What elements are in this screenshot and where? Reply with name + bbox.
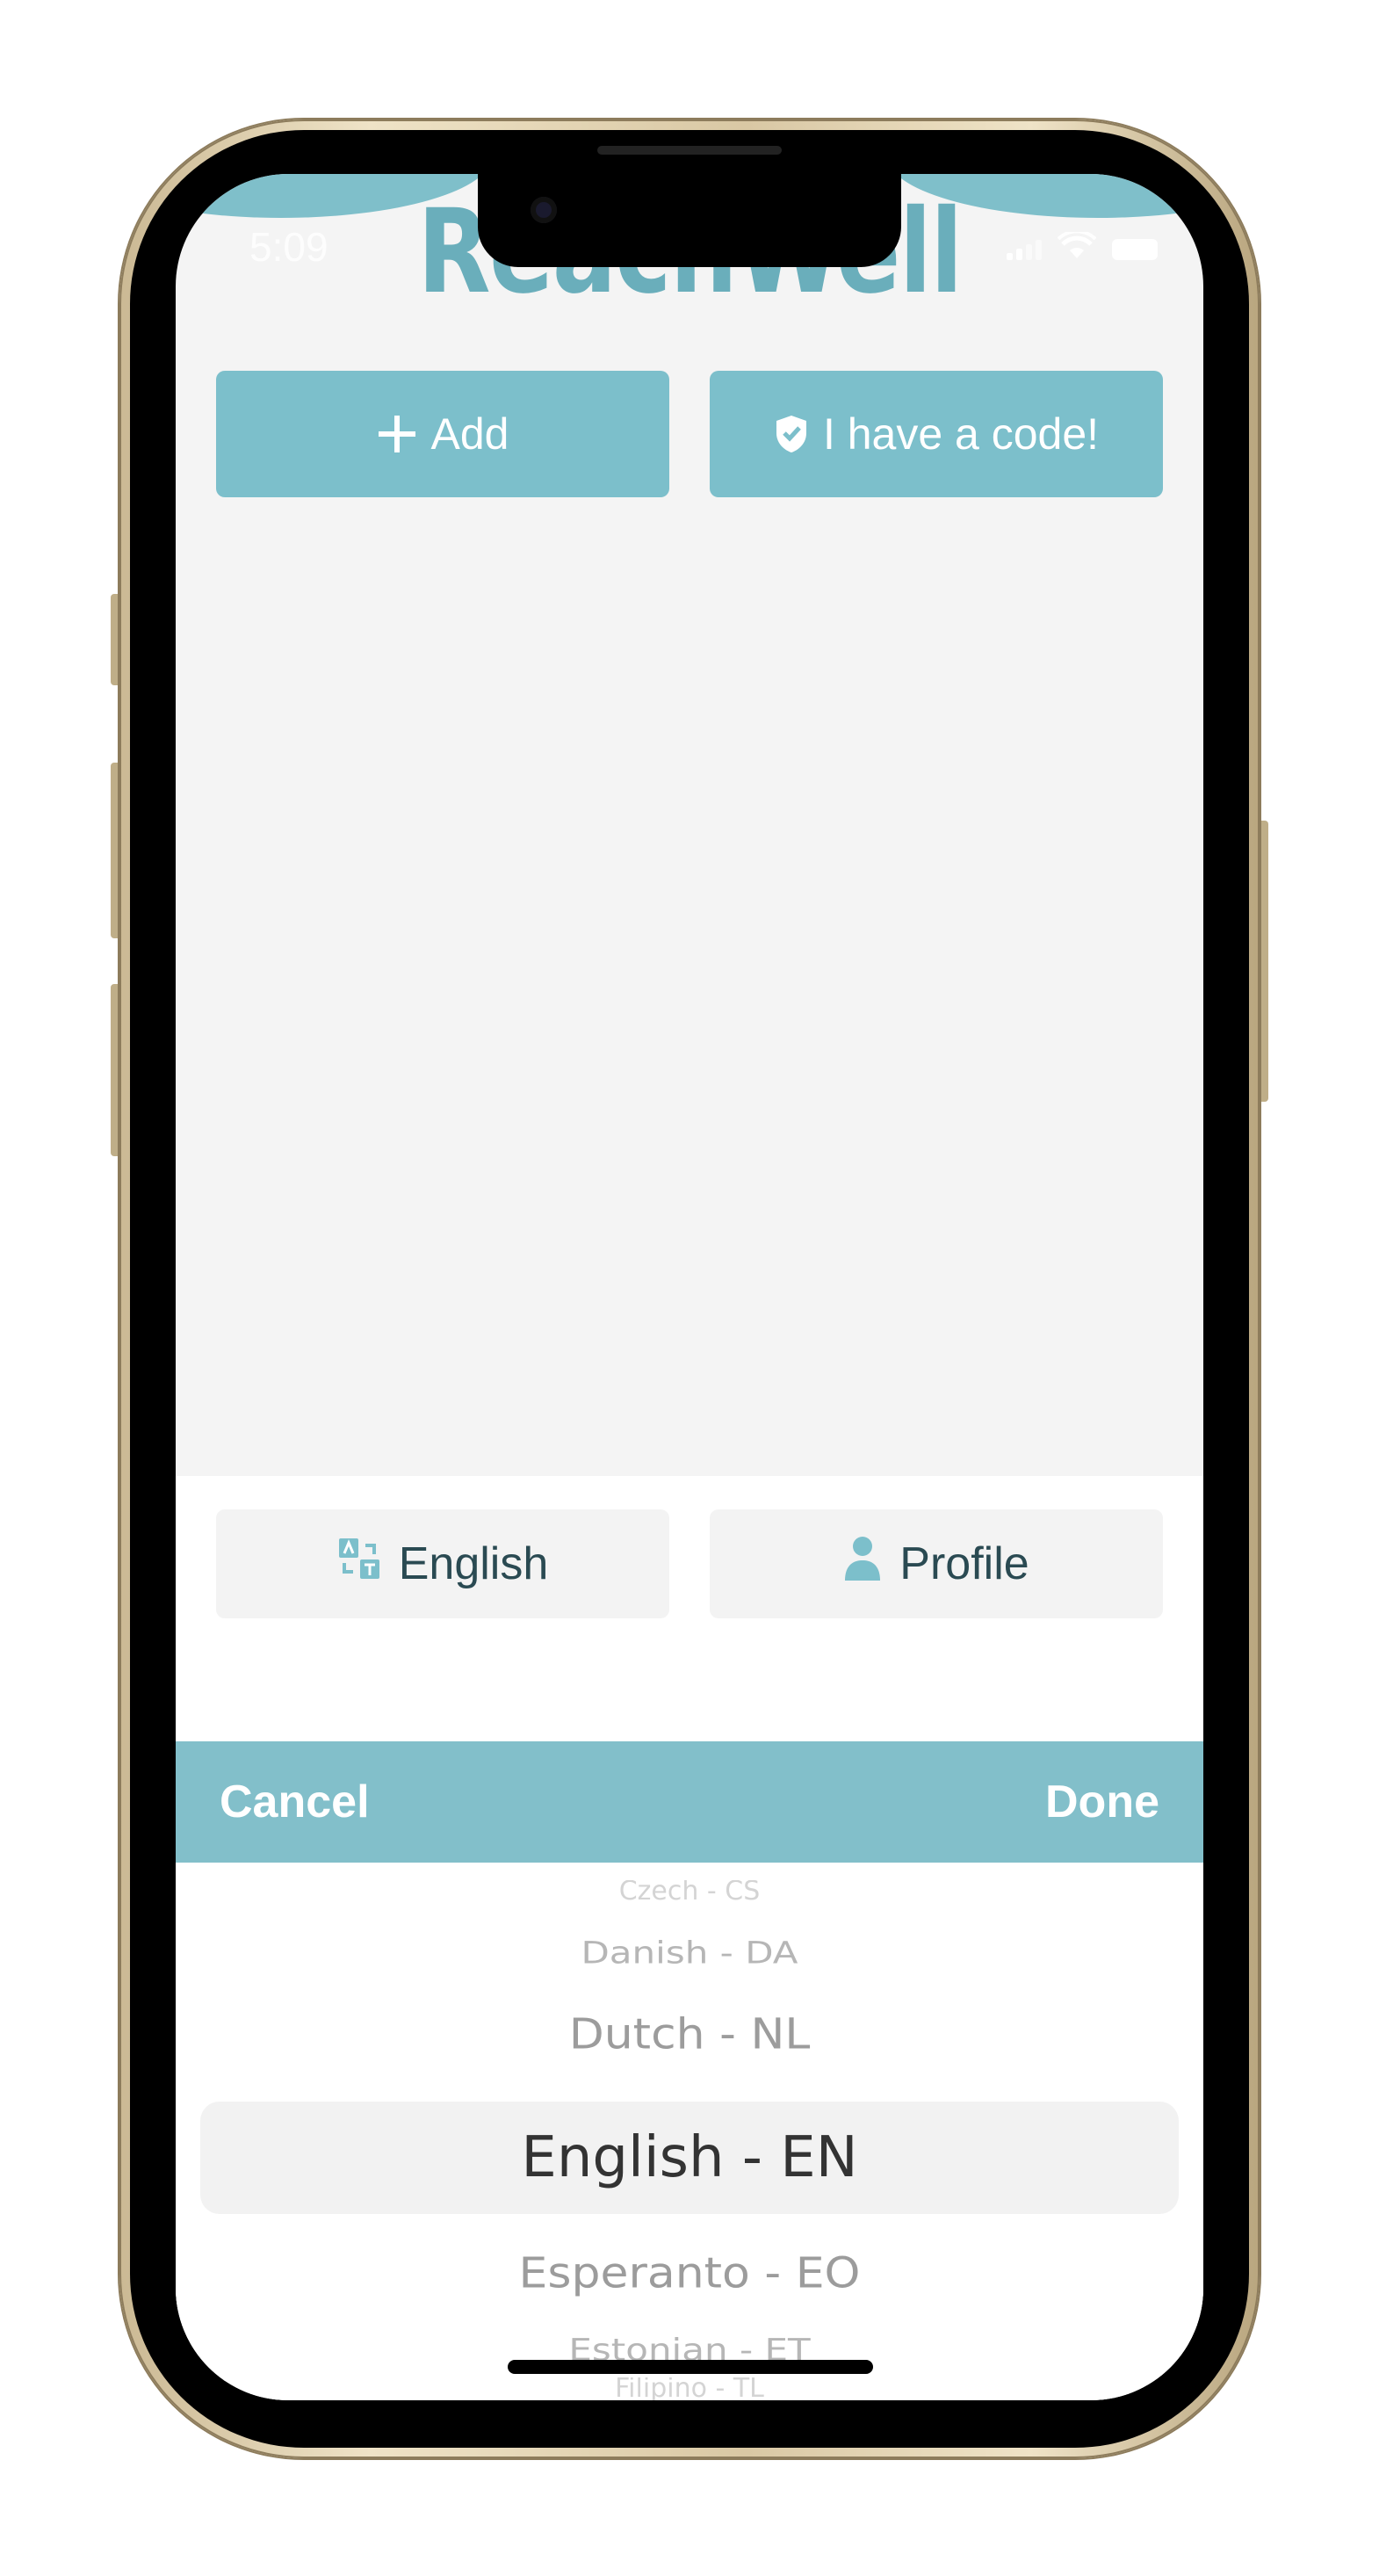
- picker-item-selected[interactable]: English - EN: [176, 2123, 1203, 2193]
- cellular-signal-icon: [1007, 240, 1042, 260]
- person-icon: [843, 1535, 882, 1594]
- profile-button-label: Profile: [899, 1538, 1029, 1589]
- picker-item[interactable]: Danish - DA: [176, 1934, 1203, 1972]
- plus-icon: [377, 414, 417, 454]
- done-button[interactable]: Done: [1045, 1741, 1159, 1863]
- add-button-label: Add: [430, 409, 509, 459]
- shield-check-icon: [774, 414, 809, 454]
- front-camera: [531, 197, 557, 223]
- picker-toolbar: Cancel Done: [176, 1741, 1203, 1863]
- add-button[interactable]: Add: [216, 371, 669, 497]
- status-time: 5:09: [249, 224, 329, 270]
- home-indicator[interactable]: [508, 2360, 873, 2374]
- translate-icon: [337, 1537, 381, 1592]
- earpiece-speaker: [597, 146, 782, 155]
- language-button-label: English: [398, 1538, 549, 1589]
- profile-button[interactable]: Profile: [710, 1509, 1163, 1618]
- have-code-button-label: I have a code!: [822, 409, 1100, 459]
- status-icons: [1007, 232, 1158, 260]
- battery-icon: [1112, 239, 1158, 260]
- notch: [478, 174, 901, 267]
- cancel-button[interactable]: Cancel: [220, 1741, 370, 1863]
- have-code-button[interactable]: I have a code!: [710, 371, 1163, 497]
- picker-item[interactable]: Filipino - TL: [176, 2377, 1203, 2400]
- wifi-icon: [1058, 232, 1096, 258]
- app-screen: ReachWell 5:09 Add I have a code!: [176, 174, 1203, 2400]
- picker-item[interactable]: Esperanto - EO: [176, 2248, 1203, 2300]
- picker-item[interactable]: Czech - CS: [176, 1880, 1203, 1905]
- language-button[interactable]: English: [216, 1509, 669, 1618]
- picker-item[interactable]: Dutch - NL: [176, 2009, 1203, 2061]
